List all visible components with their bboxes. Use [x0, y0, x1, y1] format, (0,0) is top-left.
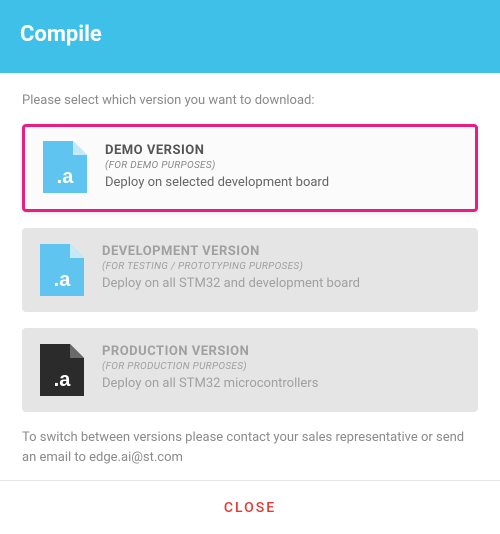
file-a-icon: .a [40, 344, 84, 396]
option-production-version: .a PRODUCTION VERSION (FOR PRODUCTION PU… [22, 328, 478, 412]
svg-text:.a: .a [57, 166, 75, 188]
option-title: DEVELOPMENT VERSION [102, 244, 460, 259]
option-text-block: DEVELOPMENT VERSION (FOR TESTING / PROTO… [102, 242, 460, 291]
file-a-icon: .a [40, 244, 84, 296]
option-subtitle: (FOR DEMO PURPOSES) [105, 160, 457, 171]
option-description: Deploy on all STM32 microcontrollers [102, 376, 460, 391]
dialog-actions: CLOSE [0, 480, 500, 534]
option-subtitle: (FOR PRODUCTION PURPOSES) [102, 361, 460, 372]
footer-note: To switch between versions please contac… [22, 428, 478, 467]
option-description: Deploy on selected development board [105, 175, 457, 190]
option-development-version: .a DEVELOPMENT VERSION (FOR TESTING / PR… [22, 228, 478, 312]
option-description: Deploy on all STM32 and development boar… [102, 276, 460, 291]
option-text-block: DEMO VERSION (FOR DEMO PURPOSES) Deploy … [105, 141, 457, 190]
dialog-body: Please select which version you want to … [0, 73, 500, 480]
dialog-title: Compile [20, 22, 102, 47]
option-demo-version[interactable]: .a DEMO VERSION (FOR DEMO PURPOSES) Depl… [22, 124, 478, 212]
option-title: DEMO VERSION [105, 143, 457, 158]
option-title: PRODUCTION VERSION [102, 344, 460, 359]
svg-text:.a: .a [54, 269, 72, 291]
option-text-block: PRODUCTION VERSION (FOR PRODUCTION PURPO… [102, 342, 460, 391]
close-button[interactable]: CLOSE [224, 500, 276, 516]
prompt-text: Please select which version you want to … [22, 93, 478, 108]
compile-dialog: Compile Please select which version you … [0, 0, 500, 534]
option-subtitle: (FOR TESTING / PROTOTYPING PURPOSES) [102, 261, 460, 272]
file-a-icon: .a [43, 141, 87, 193]
svg-text:.a: .a [54, 369, 72, 391]
dialog-header: Compile [0, 0, 500, 73]
